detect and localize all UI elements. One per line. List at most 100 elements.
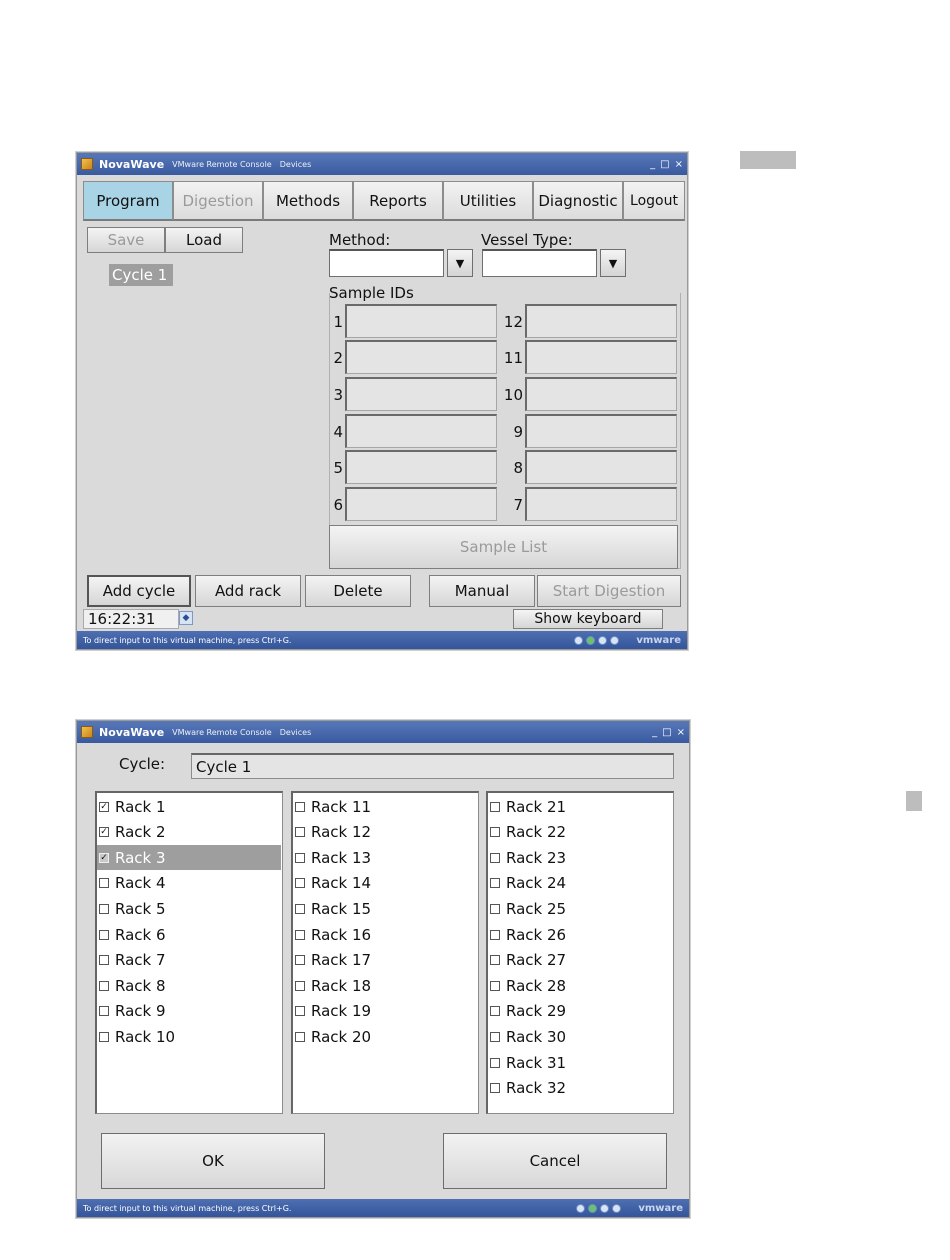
rack-list-item[interactable]: Rack 24: [488, 871, 672, 896]
rack-list-item[interactable]: ✓ Rack 2: [97, 820, 281, 845]
save-button[interactable]: Save: [87, 227, 165, 253]
cycle-name-field[interactable]: Cycle 1: [191, 753, 674, 779]
checkbox-icon[interactable]: [295, 903, 305, 914]
ok-button[interactable]: OK: [101, 1133, 325, 1189]
chevron-down-icon[interactable]: ▼: [600, 249, 626, 277]
rack-list-item[interactable]: Rack 10: [97, 1024, 281, 1049]
checkbox-icon[interactable]: [99, 878, 109, 889]
tab-logout[interactable]: Logout: [623, 181, 685, 221]
tab-program[interactable]: Program: [83, 181, 173, 221]
menu-devices[interactable]: Devices: [280, 160, 312, 169]
sample-id-field-1[interactable]: [345, 304, 497, 338]
rack-list-item[interactable]: Rack 22: [488, 820, 672, 845]
rack-list-item[interactable]: Rack 27: [488, 948, 672, 973]
cycle-list-item[interactable]: Cycle 1: [109, 264, 173, 286]
rack-list-item[interactable]: Rack 6: [97, 922, 281, 947]
sample-id-field-7[interactable]: [525, 487, 677, 521]
rack-list-item[interactable]: Rack 29: [488, 999, 672, 1024]
delete-button[interactable]: Delete: [305, 575, 411, 607]
rack-list-item[interactable]: Rack 26: [488, 922, 672, 947]
rack-list-item[interactable]: Rack 12: [293, 820, 477, 845]
checkbox-icon[interactable]: [490, 801, 500, 812]
checkbox-checked-icon[interactable]: ✓: [99, 801, 109, 812]
checkbox-icon[interactable]: [295, 827, 305, 838]
checkbox-icon[interactable]: [295, 852, 305, 863]
checkbox-icon[interactable]: [99, 1006, 109, 1017]
chevron-down-icon[interactable]: ▼: [447, 249, 473, 277]
sample-id-field-3[interactable]: [345, 377, 497, 411]
sample-id-field-8[interactable]: [525, 450, 677, 484]
sample-id-field-5[interactable]: [345, 450, 497, 484]
checkbox-icon[interactable]: [490, 852, 500, 863]
checkbox-checked-icon[interactable]: ✓: [99, 827, 109, 838]
sample-list-button[interactable]: Sample List: [329, 525, 678, 569]
rack-list-item[interactable]: Rack 25: [488, 896, 672, 921]
sample-id-field-9[interactable]: [525, 414, 677, 448]
minimize-icon[interactable]: _: [652, 727, 657, 738]
rack-list-item[interactable]: Rack 30: [488, 1024, 672, 1049]
checkbox-icon[interactable]: [99, 929, 109, 940]
rack-list-item[interactable]: Rack 9: [97, 999, 281, 1024]
rack-list-item[interactable]: Rack 11: [293, 794, 477, 819]
menu-remote-console[interactable]: VMware Remote Console: [172, 728, 272, 737]
checkbox-icon[interactable]: [490, 827, 500, 838]
menu-remote-console[interactable]: VMware Remote Console: [172, 160, 272, 169]
close-icon[interactable]: ×: [677, 727, 685, 738]
rack-list-item[interactable]: Rack 17: [293, 948, 477, 973]
maximize-icon[interactable]: □: [660, 159, 669, 170]
show-keyboard-button[interactable]: Show keyboard: [513, 609, 663, 629]
sample-id-field-6[interactable]: [345, 487, 497, 521]
checkbox-icon[interactable]: [295, 1006, 305, 1017]
vessel-type-select-value[interactable]: [482, 249, 597, 277]
rack-list-item[interactable]: ✓ Rack 3: [97, 845, 281, 871]
cancel-button[interactable]: Cancel: [443, 1133, 667, 1189]
vessel-type-select[interactable]: ▼: [482, 249, 626, 277]
rack-list-item[interactable]: Rack 20: [293, 1024, 477, 1049]
rack-list-item[interactable]: ✓ Rack 1: [97, 794, 281, 819]
rack-list-item[interactable]: Rack 16: [293, 922, 477, 947]
rack-list-item[interactable]: Rack 19: [293, 999, 477, 1024]
rack-list-item[interactable]: Rack 31: [488, 1050, 672, 1075]
checkbox-icon[interactable]: [490, 1057, 500, 1068]
checkbox-icon[interactable]: [490, 980, 500, 991]
checkbox-icon[interactable]: [295, 878, 305, 889]
rack-list-item[interactable]: Rack 8: [97, 973, 281, 998]
sample-id-field-10[interactable]: [525, 377, 677, 411]
rack-list-item[interactable]: Rack 7: [97, 948, 281, 973]
rack-list-item[interactable]: Rack 14: [293, 871, 477, 896]
checkbox-icon[interactable]: [295, 1031, 305, 1042]
start-digestion-button[interactable]: Start Digestion: [537, 575, 681, 607]
checkbox-icon[interactable]: [490, 878, 500, 889]
load-button[interactable]: Load: [165, 227, 243, 253]
tab-digestion[interactable]: Digestion: [173, 181, 263, 221]
method-select-value[interactable]: [329, 249, 444, 277]
checkbox-icon[interactable]: [295, 980, 305, 991]
checkbox-icon[interactable]: [99, 980, 109, 991]
checkbox-icon[interactable]: [295, 929, 305, 940]
menu-devices[interactable]: Devices: [280, 728, 312, 737]
sample-id-field-2[interactable]: [345, 340, 497, 374]
sample-id-field-4[interactable]: [345, 414, 497, 448]
rack-list-item[interactable]: Rack 32: [488, 1076, 672, 1101]
add-cycle-button[interactable]: Add cycle: [87, 575, 191, 607]
checkbox-checked-icon[interactable]: ✓: [99, 852, 109, 863]
checkbox-icon[interactable]: [99, 955, 109, 966]
checkbox-icon[interactable]: [490, 1031, 500, 1042]
checkbox-icon[interactable]: [99, 1031, 109, 1042]
tab-reports[interactable]: Reports: [353, 181, 443, 221]
rack-list-item[interactable]: Rack 21: [488, 794, 672, 819]
manual-button[interactable]: Manual: [429, 575, 535, 607]
tab-utilities[interactable]: Utilities: [443, 181, 533, 221]
rack-list-item[interactable]: Rack 28: [488, 973, 672, 998]
close-icon[interactable]: ×: [675, 159, 683, 170]
checkbox-icon[interactable]: [295, 801, 305, 812]
tab-methods[interactable]: Methods: [263, 181, 353, 221]
rack-list-item[interactable]: Rack 4: [97, 871, 281, 896]
rack-list-item[interactable]: Rack 5: [97, 896, 281, 921]
checkbox-icon[interactable]: [490, 929, 500, 940]
rack-list-item[interactable]: Rack 13: [293, 845, 477, 870]
sample-id-field-11[interactable]: [525, 340, 677, 374]
checkbox-icon[interactable]: [490, 903, 500, 914]
checkbox-icon[interactable]: [490, 955, 500, 966]
checkbox-icon[interactable]: [99, 903, 109, 914]
